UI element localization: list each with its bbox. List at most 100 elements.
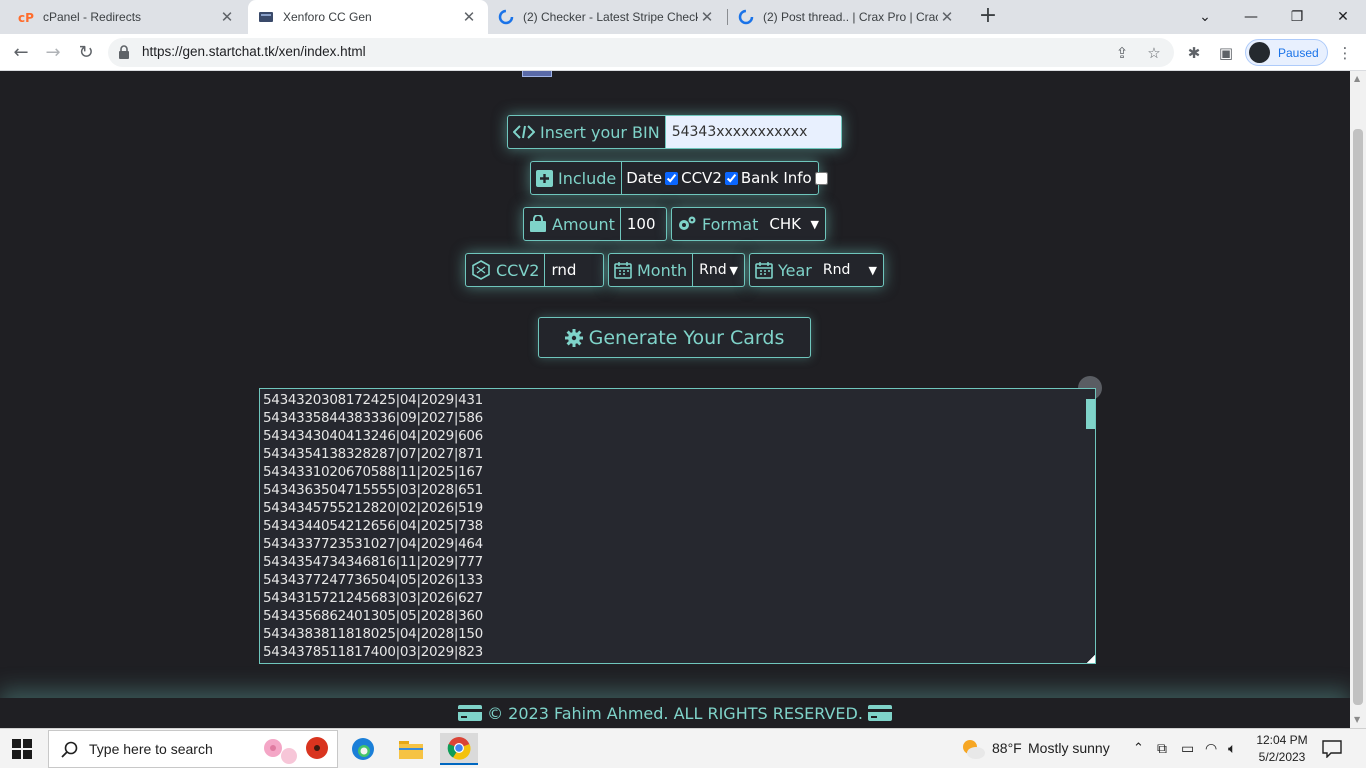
date-checkbox[interactable] <box>665 171 679 185</box>
page-content: Insert your BIN 54343xxxxxxxxxxx Include… <box>0 71 1350 728</box>
output-scrollbar-thumb[interactable] <box>1086 399 1095 429</box>
header-logo-fragment <box>522 71 552 77</box>
bookmark-star-icon[interactable]: ☆ <box>1144 43 1164 63</box>
gears-icon <box>679 216 696 230</box>
year-group: Year Rnd ▼ <box>749 253 884 287</box>
tab-craxpro[interactable]: (2) Post thread.. | Crax Pro | Crack ✕ <box>728 0 966 34</box>
tray-chevron-up-icon[interactable]: ⌃ <box>1133 740 1144 756</box>
close-window-button[interactable]: ✕ <box>1320 0 1366 34</box>
menu-icon[interactable]: ⋮ <box>1334 42 1356 64</box>
month-select[interactable]: Rnd ▼ <box>692 254 744 286</box>
taskbar-search[interactable]: Type here to search <box>48 730 338 768</box>
output-line: 5434345755212820|02|2026|519 <box>263 500 483 516</box>
year-select[interactable]: Rnd ▼ <box>817 254 883 286</box>
meet-icon[interactable]: ⧉ <box>1157 740 1167 757</box>
share-icon[interactable]: ⇪ <box>1112 43 1132 63</box>
tab-strip: cP cPanel - Redirects ✕ Xenforo CC Gen ✕… <box>0 0 1366 34</box>
scroll-up-icon[interactable]: ▲ <box>1354 74 1360 83</box>
battery-icon[interactable]: ▭ <box>1181 740 1194 757</box>
reload-button[interactable]: ↻ <box>73 40 99 66</box>
year-label: Year <box>750 254 817 286</box>
page-scrollbar-thumb[interactable] <box>1353 129 1363 705</box>
flowers-icon <box>264 737 328 764</box>
format-group: Format CHK ▼ <box>671 207 826 241</box>
copyright-text: © 2023 Fahim Ahmed. ALL RIGHTS RESERVED. <box>487 703 863 723</box>
minimize-button[interactable]: — <box>1228 0 1274 34</box>
amount-label: Amount <box>524 208 620 240</box>
credit-card-icon <box>458 705 483 721</box>
plus-square-icon <box>536 169 553 187</box>
side-panel-icon[interactable]: ▣ <box>1215 42 1237 64</box>
svg-text:cP: cP <box>18 11 34 25</box>
output-line: 5434320308172425|04|2029|431 <box>263 392 483 408</box>
month-group: Month Rnd ▼ <box>608 253 745 287</box>
amount-input[interactable]: 100 <box>619 208 666 240</box>
code-icon <box>513 125 535 139</box>
ccv2-label: CCV2 <box>466 254 544 286</box>
site-icon <box>258 9 274 25</box>
browser-toolbar: ← → ↻ https://gen.startchat.tk/xen/index… <box>0 34 1366 71</box>
file-explorer-icon[interactable] <box>392 733 430 765</box>
hexagon-icon <box>472 260 490 280</box>
windows-start-icon[interactable] <box>12 739 32 759</box>
tab-xenforo[interactable]: Xenforo CC Gen ✕ <box>248 0 488 34</box>
gear-icon <box>564 328 583 347</box>
profile-button[interactable]: Paused <box>1245 39 1328 66</box>
edge-icon[interactable] <box>344 733 382 765</box>
scroll-down-icon[interactable]: ▼ <box>1354 715 1360 724</box>
output-lines: 5434320308172425|04|2029|431 543433584438… <box>263 391 483 661</box>
close-icon[interactable]: ✕ <box>698 8 716 26</box>
weather-temp[interactable]: 88°F <box>992 740 1022 756</box>
tab-checker[interactable]: (2) Checker - Latest Stripe Checker ✕ <box>488 0 726 34</box>
weather-sunny-icon[interactable] <box>960 737 986 761</box>
include-options: Date CCV2 Bank Info <box>621 162 834 194</box>
shopping-bag-icon <box>530 215 546 232</box>
calendar-icon <box>755 262 773 279</box>
footer: © 2023 Fahim Ahmed. ALL RIGHTS RESERVED. <box>0 698 1350 728</box>
chevron-down-icon: ▼ <box>868 263 877 277</box>
loading-icon <box>738 9 754 25</box>
tab-cpanel[interactable]: cP cPanel - Redirects ✕ <box>8 0 246 34</box>
output-line: 5434331020670588|11|2025|167 <box>263 464 483 480</box>
close-icon[interactable]: ✕ <box>218 8 236 26</box>
bank-info-checkbox[interactable] <box>814 171 828 185</box>
credit-card-icon <box>867 705 892 721</box>
generate-button[interactable]: Generate Your Cards <box>538 317 811 358</box>
back-button[interactable]: ← <box>8 40 34 66</box>
ccv2-input[interactable]: rnd <box>544 254 603 286</box>
notifications-icon[interactable] <box>1322 740 1342 758</box>
output-line: 5434344054212656|04|2025|738 <box>263 518 483 534</box>
search-placeholder: Type here to search <box>89 741 213 757</box>
output-line: 5434363504715555|03|2028|651 <box>263 482 483 498</box>
chrome-icon[interactable] <box>440 733 478 765</box>
bin-input[interactable]: 54343xxxxxxxxxxx <box>664 116 841 148</box>
search-icon <box>61 741 78 758</box>
tab-title: (2) Checker - Latest Stripe Checker <box>523 10 698 24</box>
output-line: 5434315721245683|03|2026|627 <box>263 590 483 606</box>
calendar-icon <box>614 262 632 279</box>
weather-desc[interactable]: Mostly sunny <box>1028 740 1110 756</box>
forward-button[interactable]: → <box>40 40 66 66</box>
format-label: Format <box>672 208 763 240</box>
close-icon[interactable]: ✕ <box>938 8 956 26</box>
output-line: 5434383811818025|04|2028|150 <box>263 626 483 642</box>
output-line: 5434354138328287|07|2027|871 <box>263 446 483 462</box>
format-select[interactable]: CHK ▼ <box>763 208 825 240</box>
address-bar[interactable]: https://gen.startchat.tk/xen/index.html … <box>108 38 1174 67</box>
extensions-icon[interactable]: ✱ <box>1183 42 1205 64</box>
tab-search-button[interactable]: ⌄ <box>1182 0 1228 34</box>
close-icon[interactable]: ✕ <box>460 8 478 26</box>
ccv2-checkbox[interactable] <box>724 171 738 185</box>
system-clock[interactable]: 12:04 PM 5/2/2023 <box>1256 732 1308 766</box>
new-tab-button[interactable]: + <box>976 4 1000 28</box>
windows-taskbar: Type here to search 88°F Mostly sunny ⌃ … <box>0 728 1366 768</box>
amount-group: Amount 100 <box>523 207 667 241</box>
generated-cards-output[interactable]: 5434320308172425|04|2029|431 543433584438… <box>259 388 1096 664</box>
volume-icon[interactable]: 🔈︎ <box>1228 740 1236 757</box>
resize-handle[interactable] <box>1087 655 1095 663</box>
page-scrollbar[interactable]: ▲ ▼ <box>1350 71 1366 728</box>
output-line: 5434335844383336|09|2027|586 <box>263 410 483 426</box>
wifi-icon[interactable]: ◠ <box>1205 740 1217 757</box>
loading-icon <box>498 9 514 25</box>
restore-button[interactable]: ❐ <box>1274 0 1320 34</box>
